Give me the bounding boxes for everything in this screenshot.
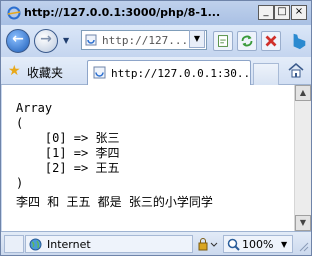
maximize-button[interactable]: □ [274,5,290,20]
result-sentence: 李四 和 王五 都是 张三的小学同学 [16,195,213,209]
forward-arrow-icon: → [40,31,52,47]
zoom-control[interactable]: 100% ▼ [223,235,293,253]
tab-current-page[interactable]: http://127.0.0.1:30... [87,60,251,85]
ie-logo-icon [7,6,21,20]
zoom-level: 100% [242,238,274,251]
new-tab-button[interactable] [253,63,279,85]
minimize-button[interactable]: _ [258,5,274,20]
refresh-icon[interactable] [237,31,257,51]
array-output: Array ( [0] => 张三 [1] => 李四 [2] => 王五 ) [16,101,120,190]
recent-pages-dropdown[interactable]: ▼ [63,36,69,45]
status-progress-box [4,235,24,253]
forward-button[interactable]: → [34,29,58,53]
zoom-icon [227,238,240,251]
close-button[interactable]: × [291,5,307,20]
browser-window: http://127.0.0.1:3000/php/8-1... _ □ × ←… [0,0,312,256]
back-button[interactable]: ← [6,29,30,53]
security-zone[interactable]: Internet [25,235,193,253]
page-icon [85,34,97,46]
back-arrow-icon: ← [12,31,24,47]
tab-title: http://127.0.0.1:30... [111,67,249,80]
favorites-star-icon[interactable]: ★ [8,63,21,79]
zone-label: Internet [47,238,91,251]
home-icon[interactable] [287,61,305,79]
address-dropdown-button[interactable]: ▼ [189,30,205,48]
favorites-label[interactable]: 收藏夹 [27,64,63,81]
stop-icon[interactable] [261,31,281,51]
bing-search-icon[interactable] [288,31,310,51]
navigation-bar: ← → ▼ http://127... ▼ [1,25,311,57]
zoom-dropdown-icon[interactable]: ▼ [281,240,287,249]
title-bar: http://127.0.0.1:3000/php/8-1... _ □ × [1,1,311,25]
scroll-up-button[interactable]: ▲ [295,85,311,101]
window-title: http://127.0.0.1:3000/php/8-1... [24,6,221,19]
scroll-track[interactable] [295,101,311,215]
favorites-bar: ★ 收藏夹 http://127.0.0.1:30... [1,57,311,85]
globe-icon [29,238,42,251]
status-bar: Internet 100% ▼ [1,231,311,255]
address-input[interactable]: http://127... [102,34,188,47]
page-icon [93,66,106,79]
page-content: Array ( [0] => 张三 [1] => 李四 [2] => 王五 ) … [2,85,294,231]
scroll-down-button[interactable]: ▼ [295,215,311,231]
protected-mode-icon[interactable] [197,237,219,252]
resize-grip-icon[interactable] [297,240,309,252]
vertical-scrollbar[interactable]: ▲ ▼ [294,85,311,231]
compatibility-view-icon[interactable] [213,31,233,51]
